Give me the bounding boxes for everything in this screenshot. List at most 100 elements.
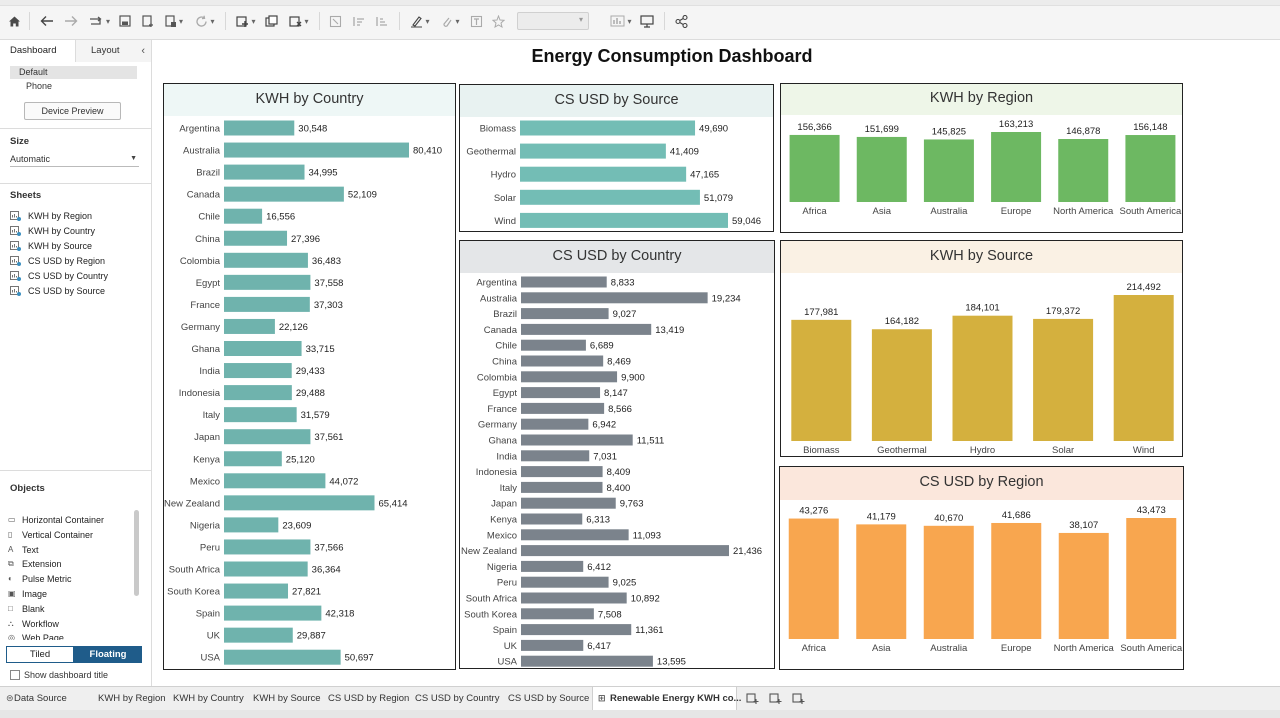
- sheet-item[interactable]: KWH by Region: [10, 210, 92, 222]
- replay-icon[interactable]: ▾: [86, 12, 112, 30]
- duplicate-sheet-icon[interactable]: [263, 12, 279, 30]
- data-label: 29,887: [297, 631, 326, 642]
- new-data-source-icon[interactable]: [140, 12, 156, 30]
- sheet-tab[interactable]: KWH by Region: [96, 687, 166, 710]
- data-label: 37,303: [314, 300, 343, 311]
- worksheet-icon: [10, 256, 21, 266]
- bar: [1126, 518, 1177, 639]
- tab-dashboard[interactable]: Dashboard: [0, 40, 75, 62]
- group-icon[interactable]: ▾: [438, 12, 462, 30]
- toolbar-divider: [399, 12, 400, 30]
- menu-strip: [0, 0, 1280, 6]
- category-label: Brazil: [196, 168, 220, 179]
- labels-icon[interactable]: [468, 12, 484, 30]
- image-icon: ▣: [8, 589, 16, 598]
- bar: [788, 518, 839, 639]
- category-label: UK: [504, 641, 518, 652]
- sheet-tab[interactable]: CS USD by Region: [326, 687, 409, 710]
- sort-descending-icon[interactable]: [373, 12, 389, 30]
- new-worksheet-icon[interactable]: ▾: [233, 12, 259, 30]
- object-item[interactable]: ▯ Vertical Container: [8, 529, 93, 541]
- chart-cs-usd-by-source[interactable]: CS USD by Source Biomass 49,690 Geothermal…: [459, 84, 774, 232]
- category-label: Geothermal: [466, 147, 516, 158]
- tiled-toggle[interactable]: Tiled: [6, 646, 74, 663]
- object-item[interactable]: ▭ Horizontal Container: [8, 514, 104, 526]
- sort-ascending-icon[interactable]: [350, 12, 366, 30]
- collapse-panel-icon[interactable]: ‹: [141, 40, 145, 62]
- object-item[interactable]: □ Blank: [8, 603, 45, 615]
- tab-data-source[interactable]: ⊜ Data Source: [4, 687, 92, 710]
- object-item[interactable]: ◎ Web Page: [8, 632, 64, 640]
- pause-updates-icon[interactable]: ▾: [163, 12, 185, 30]
- data-label: 21,436: [733, 546, 762, 557]
- highlight-icon[interactable]: ▾: [408, 12, 432, 30]
- data-source-icon: ⊜: [6, 693, 14, 703]
- share-icon[interactable]: [673, 12, 689, 30]
- clear-sheet-icon[interactable]: ▾: [286, 12, 312, 30]
- sheet-item[interactable]: CS USD by Country: [10, 270, 108, 282]
- sheet-tab-label: Data Source: [14, 693, 67, 704]
- chart-cs-usd-by-country[interactable]: CS USD by Country Argentina 8,833 Australi…: [459, 240, 775, 669]
- sheet-item[interactable]: CS USD by Source: [10, 285, 105, 297]
- save-icon[interactable]: [117, 12, 133, 30]
- category-label: Peru: [200, 542, 220, 553]
- data-label: 40,670: [934, 513, 963, 524]
- object-item[interactable]: A Text: [8, 544, 39, 556]
- objects-header: Objects: [10, 483, 45, 494]
- fix-axes-icon[interactable]: [490, 12, 506, 30]
- bar: [224, 208, 263, 224]
- device-default-option[interactable]: Default: [10, 66, 137, 79]
- sheet-tab[interactable]: CS USD by Source: [506, 687, 589, 710]
- redo-icon[interactable]: [63, 12, 79, 30]
- chart-kwh-by-source[interactable]: KWH by Source 177,981 Biomass 164,182 Geoth…: [780, 240, 1183, 457]
- object-item[interactable]: ⛬ Workflow: [8, 618, 59, 630]
- object-item[interactable]: ◐ Pulse Metric: [8, 573, 72, 585]
- sheet-item-label: KWH by Source: [28, 241, 93, 251]
- size-select[interactable]: Automatic ▼: [10, 153, 139, 167]
- size-value: Automatic: [10, 154, 51, 164]
- chart-cs-usd-by-region[interactable]: CS USD by Region 43,276 Africa 41,179 Asia 4…: [779, 466, 1184, 670]
- chart-kwh-by-country[interactable]: KWH by Country Argentina 30,548 Australia 8…: [163, 83, 456, 670]
- sheet-tab[interactable]: KWH by Country: [171, 687, 246, 710]
- sheet-tab-label: CS USD by Country: [415, 693, 500, 704]
- sheet-tab[interactable]: KWH by Source: [251, 687, 321, 710]
- home-icon[interactable]: [6, 12, 22, 30]
- floating-toggle[interactable]: Floating: [74, 646, 142, 663]
- new-data-source-icon[interactable]: [746, 687, 760, 710]
- tab-layout[interactable]: Layout ‹: [75, 40, 151, 62]
- checkbox-icon[interactable]: [10, 670, 20, 680]
- fit-select[interactable]: ▾: [517, 12, 589, 30]
- data-label: 33,715: [306, 344, 335, 355]
- device-preview-button[interactable]: Device Preview: [24, 102, 121, 120]
- data-label: 37,566: [314, 542, 343, 553]
- sheet-item[interactable]: KWH by Country: [10, 225, 95, 237]
- bar: [521, 418, 589, 430]
- bar: [789, 134, 840, 202]
- category-label: Europe: [1001, 643, 1032, 654]
- device-phone-option[interactable]: Phone: [26, 80, 52, 92]
- bar: [521, 292, 708, 304]
- chart-kwh-by-region[interactable]: KWH by Region 156,366 Africa 151,699 Asia 14…: [780, 83, 1183, 233]
- category-label: South America: [1120, 206, 1182, 217]
- category-label: South Korea: [167, 587, 221, 598]
- swap-icon[interactable]: [327, 12, 343, 30]
- objects-scrollbar[interactable]: [134, 510, 139, 596]
- new-story-icon[interactable]: [792, 687, 806, 710]
- sheet-item[interactable]: CS USD by Region: [10, 255, 105, 267]
- undo-icon[interactable]: [39, 12, 55, 30]
- refresh-icon[interactable]: ▾: [192, 12, 218, 30]
- sheet-tab[interactable]: CS USD by Country: [413, 687, 501, 710]
- sheet-item[interactable]: KWH by Source: [10, 240, 92, 252]
- object-item[interactable]: ⧉ Extension: [8, 558, 62, 570]
- object-item[interactable]: ▣ Image: [8, 588, 47, 600]
- presentation-icon[interactable]: [639, 12, 655, 30]
- show-me-icon[interactable]: ▾: [609, 12, 633, 30]
- show-dashboard-title-checkbox[interactable]: Show dashboard title: [10, 669, 108, 681]
- bar: [521, 339, 586, 351]
- category-label: Nigeria: [487, 562, 518, 573]
- sheet-tab[interactable]: ⊞ Renewable Energy KWH co...: [592, 687, 741, 710]
- new-dashboard-icon[interactable]: [769, 687, 783, 710]
- data-label: 184,101: [965, 303, 999, 314]
- bar: [521, 323, 652, 335]
- show-title-label: Show dashboard title: [24, 670, 109, 680]
